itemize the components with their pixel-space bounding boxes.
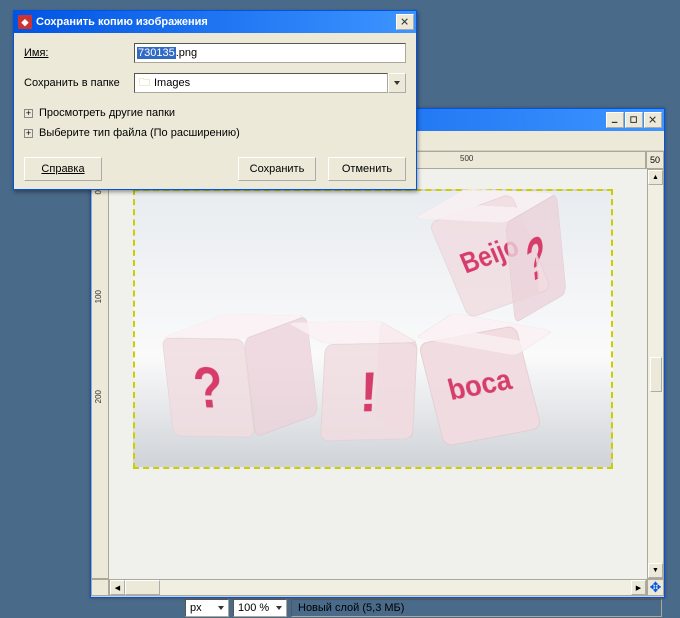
filename-input[interactable]: 730135.png: [134, 43, 406, 63]
maximize-button[interactable]: [625, 112, 643, 128]
chevron-down-icon: [394, 81, 400, 85]
vertical-ruler[interactable]: 0 100 200: [91, 169, 109, 579]
chevron-down-icon: [276, 606, 282, 610]
dice-4: ? Beijo: [439, 203, 540, 308]
close-button[interactable]: [644, 112, 662, 128]
minimize-button[interactable]: [606, 112, 624, 128]
filetype-expander[interactable]: + Выберите тип файла (По расширению): [24, 127, 406, 139]
folder-dropdown[interactable]: 🗀 Images: [134, 73, 388, 93]
filename-selected-text: 730135: [137, 47, 176, 59]
folder-dropdown-button[interactable]: [388, 73, 406, 93]
quickmask-toggle[interactable]: [91, 579, 109, 596]
filename-label: Имя:: [24, 47, 134, 59]
vertical-scrollbar[interactable]: ▲ ▼: [647, 169, 664, 579]
zoom-label: 100 %: [238, 602, 269, 614]
ruler-tick: 0: [94, 190, 103, 194]
canvas-area: 0 100 200 ? Beijo ? !: [91, 169, 664, 579]
browse-folders-expander[interactable]: + Просмотреть другие папки: [24, 107, 406, 119]
scroll-right-button[interactable]: ▶: [631, 580, 646, 595]
filename-ext: .png: [176, 47, 197, 59]
plus-icon: +: [24, 129, 33, 138]
ruler-end: 50: [646, 151, 664, 169]
scroll-left-button[interactable]: ◀: [110, 580, 125, 595]
zoom-dropdown[interactable]: 100 %: [233, 599, 287, 617]
expander-label: Выберите тип файла (По расширению): [39, 127, 240, 139]
folder-icon: 🗀: [139, 74, 150, 93]
plus-icon: +: [24, 109, 33, 118]
scroll-thumb[interactable]: [125, 580, 160, 595]
horizontal-scrollbar[interactable]: ◀ ▶: [109, 579, 647, 596]
dialog-close-button[interactable]: [396, 14, 414, 30]
dice-1: ?: [193, 326, 287, 426]
folder-label: Сохранить в папке: [24, 77, 134, 89]
bottom-scroll-row: ◀ ▶ ✥: [91, 579, 664, 596]
dialog-titlebar[interactable]: ◆ Сохранить копию изображения: [14, 11, 416, 33]
scroll-up-button[interactable]: ▲: [648, 170, 663, 185]
scroll-down-button[interactable]: ▼: [648, 563, 663, 578]
image-layer: ? Beijo ? ! nuca boca: [133, 189, 613, 469]
dice-face: ?: [162, 338, 256, 438]
dice-face: !: [320, 342, 418, 441]
app-icon: ◆: [18, 15, 32, 29]
help-button[interactable]: Справка: [24, 157, 102, 181]
folder-value: Images: [154, 77, 190, 89]
save-copy-dialog: ◆ Сохранить копию изображения Имя: 73013…: [13, 10, 417, 190]
expander-label: Просмотреть другие папки: [39, 107, 175, 119]
unit-label: px: [190, 602, 202, 614]
canvas[interactable]: ? Beijo ? ! nuca boca: [109, 169, 647, 579]
status-message: Новый слой (5,3 МБ): [291, 599, 662, 617]
scroll-thumb[interactable]: [650, 357, 662, 392]
ruler-tick: 100: [94, 290, 103, 303]
ruler-tick: 500: [460, 154, 473, 163]
dice-2: !: [301, 331, 399, 430]
chevron-down-icon: [218, 606, 224, 610]
dice-3: nuca boca: [425, 325, 535, 446]
dialog-title: Сохранить копию изображения: [36, 16, 208, 28]
status-bar: px 100 % Новый слой (5,3 МБ): [91, 596, 664, 618]
cancel-button[interactable]: Отменить: [328, 157, 406, 181]
navigation-button[interactable]: ✥: [647, 579, 664, 596]
save-button[interactable]: Сохранить: [238, 157, 316, 181]
ruler-tick: 200: [94, 390, 103, 403]
unit-dropdown[interactable]: px: [185, 599, 229, 617]
